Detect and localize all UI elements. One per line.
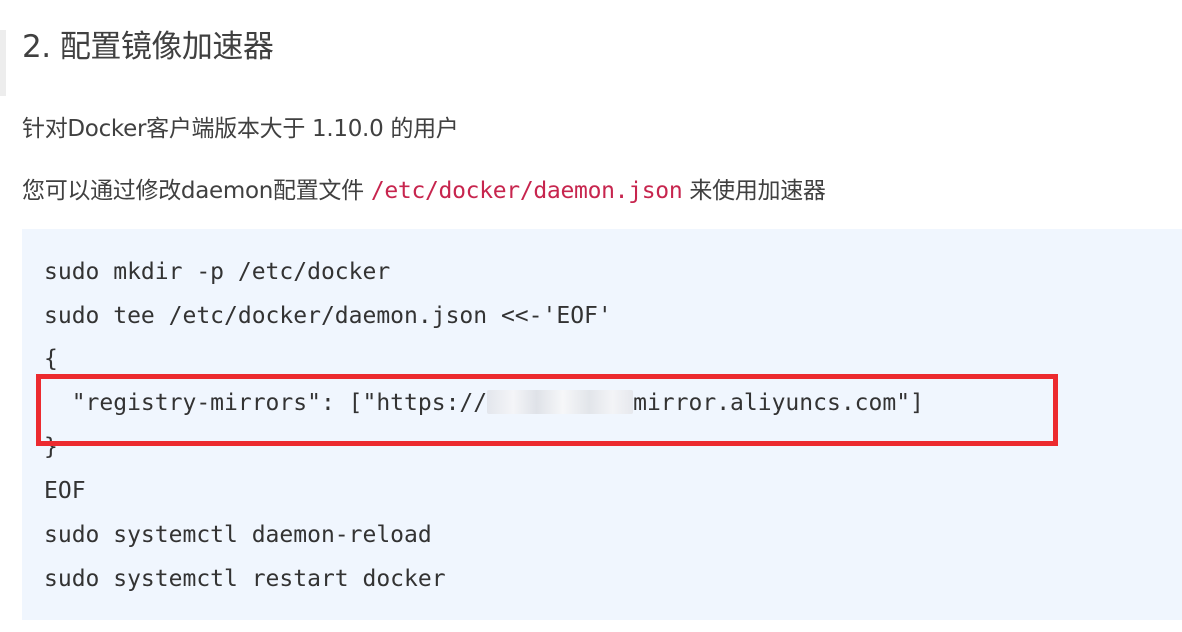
code-line: sudo systemctl daemon-reload (44, 522, 432, 548)
usage-suffix: 来使用加速器 (682, 178, 826, 204)
usage-prefix: 您可以通过修改daemon配置文件 (22, 178, 371, 204)
code-line: } (44, 434, 58, 460)
code-block[interactable]: sudo mkdir -p /etc/docker sudo tee /etc/… (22, 229, 1182, 620)
code-line: sudo mkdir -p /etc/docker (44, 259, 391, 285)
registry-mirrors-line: "registry-mirrors": ["https:// mirror.ali… (44, 388, 924, 418)
code-line: { (44, 346, 58, 372)
heading-accent-bar (0, 30, 6, 96)
registry-mirrors-prefix: "registry-mirrors": ["https:// (44, 390, 488, 416)
section-heading: 2. 配置镜像加速器 (22, 29, 274, 65)
daemon-json-path[interactable]: /etc/docker/daemon.json (371, 178, 683, 204)
registry-mirrors-suffix: mirror.aliyuncs.com"] (633, 390, 924, 416)
usage-text: 您可以通过修改daemon配置文件 /etc/docker/daemon.jso… (22, 174, 826, 208)
code-line: EOF (44, 478, 86, 504)
code-line: sudo tee /etc/docker/daemon.json <<-'EOF… (44, 303, 612, 329)
code-line: sudo systemctl restart docker (44, 566, 446, 592)
redacted-mirror-id (487, 390, 634, 414)
intro-text: 针对Docker客户端版本大于 1.10.0 的用户 (22, 116, 459, 142)
